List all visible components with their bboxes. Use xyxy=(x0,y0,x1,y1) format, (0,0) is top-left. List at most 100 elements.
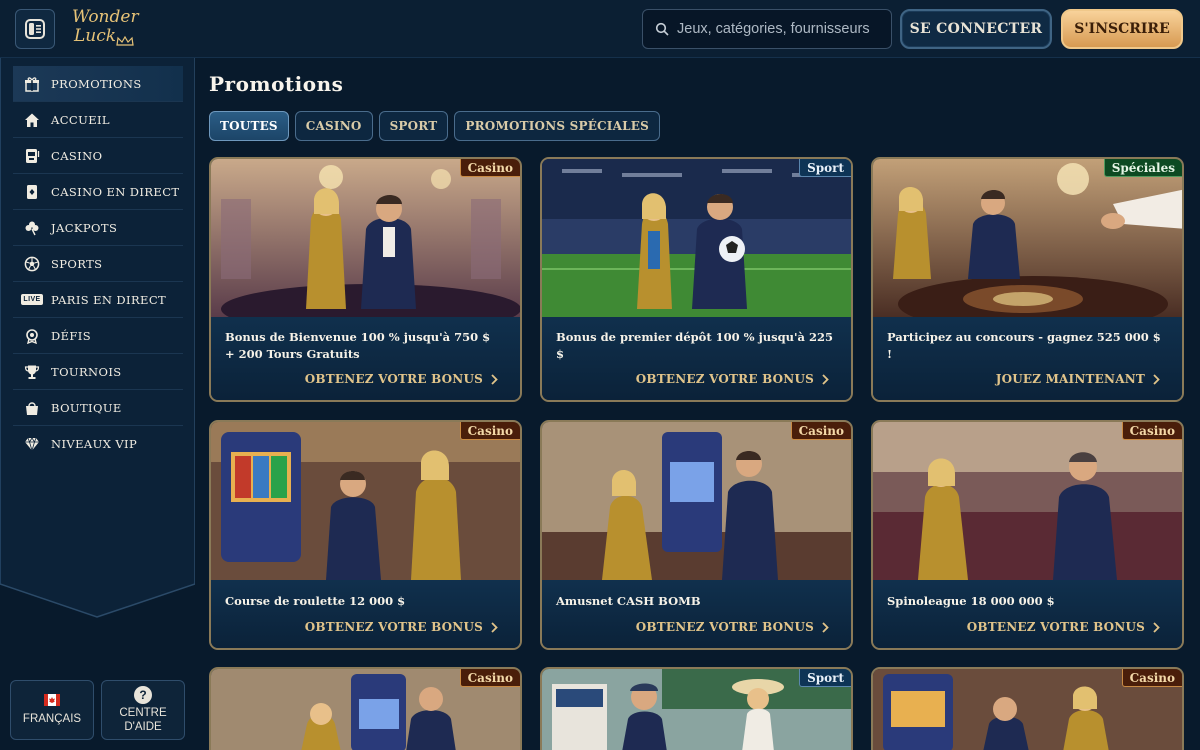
promo-image-lounge xyxy=(873,422,1182,580)
brand-logo[interactable]: Wonder Luck xyxy=(72,8,144,50)
sidebar-item-tournois[interactable]: Tournois xyxy=(13,354,183,390)
promo-card-body: Course de roulette 12 000 $ OBTENEZ VOTR… xyxy=(211,580,520,648)
promo-card[interactable]: Casino Spinoleague 18 000 000 $ OBTENEZ … xyxy=(871,420,1184,650)
tab-sport[interactable]: SPORT xyxy=(378,111,449,141)
promo-image-casino-hall xyxy=(211,159,520,317)
promo-card[interactable]: Casino Amusnet CASH BOMB OBTENEZ VOTRE B… xyxy=(540,420,853,650)
promo-card-body: Participez au concours - gagnez 525 000 … xyxy=(873,317,1182,400)
category-badge: Casino xyxy=(459,422,520,440)
clover-icon xyxy=(23,219,41,237)
home-icon xyxy=(23,111,41,129)
sidebar-item-casino[interactable]: Casino xyxy=(13,138,183,174)
promo-card-body: Amusnet CASH BOMB OBTENEZ VOTRE BONUS xyxy=(542,580,851,648)
promo-image-slot-room xyxy=(211,422,520,580)
sidebar-item-label: Casino xyxy=(51,148,103,163)
cta-label: OBTENEZ VOTRE BONUS xyxy=(635,372,814,386)
live-icon: LIVE xyxy=(21,291,43,309)
category-badge: Sport xyxy=(799,669,851,687)
category-badge: Sport xyxy=(799,159,851,177)
promo-title: Participez au concours - gagnez 525 000 … xyxy=(887,329,1168,363)
promo-card[interactable]: Sport Bonus de premier dépôt 100 % jusqu… xyxy=(540,157,853,402)
promo-title: Amusnet CASH BOMB xyxy=(556,594,701,608)
help-icon: ? xyxy=(134,686,152,704)
chevron-right-icon xyxy=(1153,621,1160,633)
sidebar-item-jackpots[interactable]: Jackpots xyxy=(13,210,183,246)
top-bar: Wonder Luck SE CONNECTER S'INSCRIRE xyxy=(0,0,1200,58)
sidebar-item-casino-en-direct[interactable]: Casino en direct xyxy=(13,174,183,210)
chevron-right-icon xyxy=(491,621,498,633)
sidebar-item-sports[interactable]: Sports xyxy=(13,246,183,282)
search-icon xyxy=(655,22,669,36)
sidebar-item-label: Sports xyxy=(51,256,103,271)
promo-card[interactable]: Casino xyxy=(871,667,1184,750)
help-label-line-2: D'AIDE xyxy=(124,721,162,733)
play-now-button[interactable]: JOUEZ MAINTENANT xyxy=(996,372,1160,386)
sidebar-item-label: Niveaux VIP xyxy=(51,437,138,451)
get-bonus-button[interactable]: OBTENEZ VOTRE BONUS xyxy=(967,620,1160,634)
sidebar-item-label: Jackpots xyxy=(51,220,118,235)
get-bonus-button[interactable]: OBTENEZ VOTRE BONUS xyxy=(305,620,498,634)
promo-card[interactable]: Casino xyxy=(209,667,522,750)
cards-icon xyxy=(23,183,41,201)
promo-title-line-1: Bonus de premier dépôt 100 % jusqu'à 225… xyxy=(556,330,833,361)
sidebar-item-label: Paris en direct xyxy=(51,292,167,307)
live-icon-text: LIVE xyxy=(21,294,43,305)
medal-icon xyxy=(23,327,41,345)
cta-label: OBTENEZ VOTRE BONUS xyxy=(304,620,483,634)
cta-label: OBTENEZ VOTRE BONUS xyxy=(304,372,483,386)
promo-card[interactable]: Sport xyxy=(540,667,853,750)
get-bonus-button[interactable]: OBTENEZ VOTRE BONUS xyxy=(636,372,829,386)
sidebar-item-label: Casino en direct xyxy=(51,184,180,199)
search-box[interactable] xyxy=(642,9,892,49)
tab-promotions-speciales[interactable]: PROMOTIONS SPÉCIALES xyxy=(454,111,660,141)
sidebar-item-boutique[interactable]: Boutique xyxy=(13,390,183,426)
help-label-line-1: CENTRE xyxy=(119,707,167,719)
sidebar-item-paris-en-direct[interactable]: LIVE Paris en direct xyxy=(13,282,183,318)
chevron-right-icon xyxy=(1153,373,1160,385)
sidebar-item-defis[interactable]: Défis xyxy=(13,318,183,354)
sidebar-item-niveaux-vip[interactable]: Niveaux VIP xyxy=(13,426,183,462)
slot-machine-icon xyxy=(23,147,41,165)
language-label: FRANÇAIS xyxy=(22,713,82,725)
promo-card[interactable]: Casino Course de roulette 12 000 $ OBTEN… xyxy=(209,420,522,650)
signup-button[interactable]: S'INSCRIRE xyxy=(1061,9,1183,49)
login-button[interactable]: SE CONNECTER xyxy=(900,9,1052,49)
trophy-icon xyxy=(23,363,41,381)
gift-icon xyxy=(23,75,41,93)
search-input[interactable] xyxy=(677,21,887,37)
promo-image-roulette-table xyxy=(873,159,1182,317)
promo-card-body: Spinoleague 18 000 000 $ OBTENEZ VOTRE B… xyxy=(873,580,1182,648)
promo-card[interactable]: Spéciales Participez au concours - gagne… xyxy=(871,157,1184,402)
category-badge: Casino xyxy=(1121,422,1182,440)
sidebar-item-accueil[interactable]: Accueil xyxy=(13,102,183,138)
sidebar-toggle-icon xyxy=(25,19,45,39)
chevron-right-icon xyxy=(822,621,829,633)
shopping-bag-icon xyxy=(23,399,41,417)
promo-image-stadium xyxy=(542,159,851,317)
promo-title: Spinoleague 18 000 000 $ xyxy=(887,594,1055,608)
chevron-right-icon xyxy=(822,373,829,385)
promo-title-line-1: Participez au concours - gagnez 525 000 … xyxy=(887,330,1161,361)
tab-casino[interactable]: CASINO xyxy=(294,111,373,141)
cta-label: JOUEZ MAINTENANT xyxy=(995,372,1145,386)
canada-flag-icon xyxy=(44,694,60,706)
cta-label: OBTENEZ VOTRE BONUS xyxy=(635,620,814,634)
get-bonus-button[interactable]: OBTENEZ VOTRE BONUS xyxy=(636,620,829,634)
sidebar-nav: Promotions Accueil Casino Casino en dire… xyxy=(13,66,183,462)
promo-title-line-2: + 200 Tours Gratuits xyxy=(225,347,360,361)
tab-toutes[interactable]: TOUTES xyxy=(209,111,289,141)
promo-filter-tabs: TOUTES CASINO SPORT PROMOTIONS SPÉCIALES xyxy=(209,111,660,141)
crown-icon xyxy=(116,36,134,46)
sidebar-toggle-button[interactable] xyxy=(15,9,55,49)
category-badge: Casino xyxy=(459,669,520,687)
promo-card[interactable]: Casino Bonus de Bienvenue 100 % jusqu'à … xyxy=(209,157,522,402)
sidebar-item-promotions[interactable]: Promotions xyxy=(13,66,183,102)
promo-image-cash-bomb xyxy=(542,422,851,580)
page-title: Promotions xyxy=(209,72,344,96)
language-button[interactable]: FRANÇAIS xyxy=(10,680,94,740)
cta-label: OBTENEZ VOTRE BONUS xyxy=(966,620,1145,634)
chevron-right-icon xyxy=(491,373,498,385)
sidebar-item-label: Promotions xyxy=(51,76,142,91)
help-center-button[interactable]: ? CENTRE D'AIDE xyxy=(101,680,185,740)
get-bonus-button[interactable]: OBTENEZ VOTRE BONUS xyxy=(305,372,498,386)
